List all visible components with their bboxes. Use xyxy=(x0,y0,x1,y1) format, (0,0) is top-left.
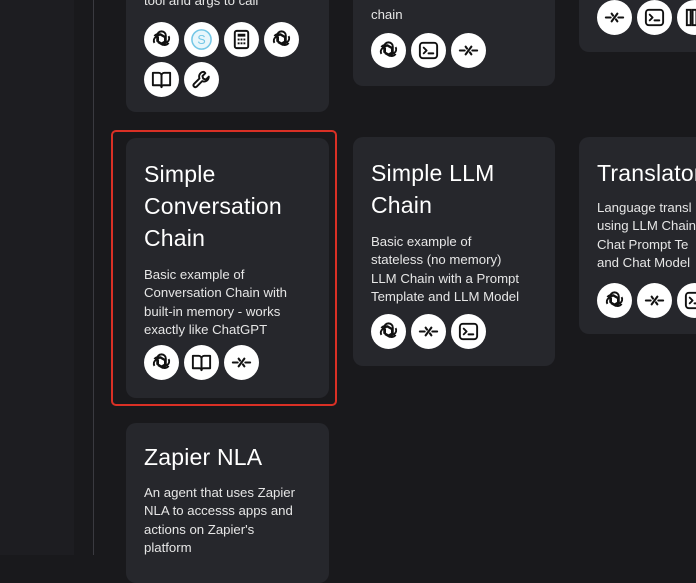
openai-icon xyxy=(144,22,179,57)
calculator-icon xyxy=(224,22,259,57)
chain-link-icon xyxy=(597,0,632,35)
card-description: Basic example of stateless (no memory) L… xyxy=(371,234,520,305)
marketplace-card-zapier-nla[interactable]: Zapier NLA An agent that uses Zapier NLA… xyxy=(126,423,329,583)
wrench-icon xyxy=(184,62,219,97)
chain-link-icon xyxy=(411,314,446,349)
marketplace-card-simple-llm-chain[interactable]: Simple LLM Chain Basic example of statel… xyxy=(353,137,555,366)
terminal-icon xyxy=(451,314,486,349)
sidebar xyxy=(0,0,74,555)
card-description: tool and args to call xyxy=(144,0,259,8)
svg-text:S: S xyxy=(197,33,205,47)
openai-icon xyxy=(597,283,632,318)
card-title: Simple LLM Chain xyxy=(371,160,495,218)
chain-link-icon xyxy=(637,283,672,318)
divider-line xyxy=(93,0,94,555)
card-title: Zapier NLA xyxy=(144,444,263,470)
chain-link-icon xyxy=(451,33,486,68)
card-description: An agent that uses Zapier NLA to accesss… xyxy=(144,485,296,556)
card-description: chain xyxy=(371,7,403,22)
terminal-icon xyxy=(637,0,672,35)
selection-highlight xyxy=(111,130,337,406)
marketplace-card-top-right[interactable] xyxy=(579,0,696,52)
library-icon xyxy=(677,0,696,35)
openai-icon xyxy=(371,314,406,349)
openai-icon xyxy=(371,33,406,68)
marketplace-card-top-middle[interactable]: chain xyxy=(353,0,555,86)
terminal-icon xyxy=(411,33,446,68)
card-description: Language transl using LLM Chain Chat Pro… xyxy=(597,200,696,271)
book-icon xyxy=(144,62,179,97)
serpapi-icon: S xyxy=(184,22,219,57)
marketplace-card-top-left[interactable]: tool and args to call S xyxy=(126,0,329,112)
terminal-icon xyxy=(677,283,696,318)
marketplace-card-translator[interactable]: Translator Language transl using LLM Cha… xyxy=(579,137,696,334)
openai-icon xyxy=(264,22,299,57)
card-title: Translator xyxy=(597,160,696,186)
